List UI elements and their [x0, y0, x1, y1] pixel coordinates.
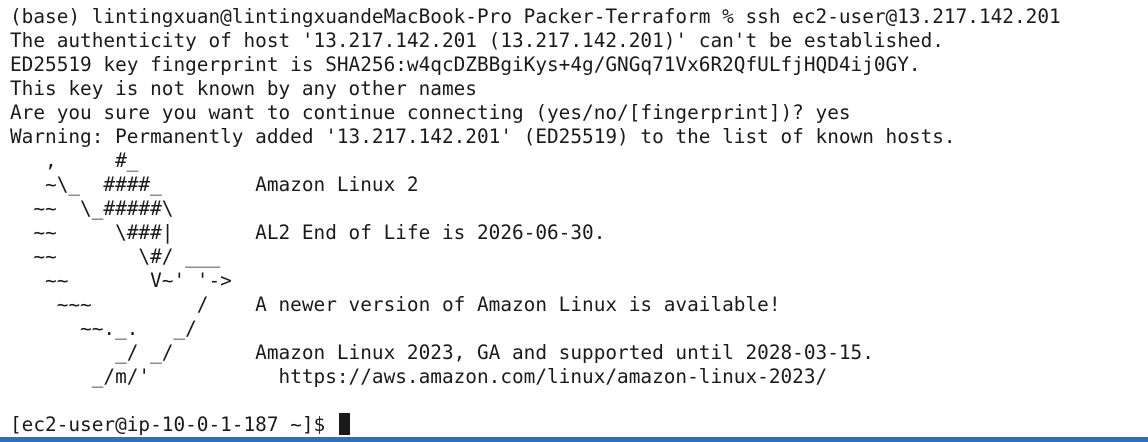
motd-line: ~~~ / A newer version of Amazon Linux is… [10, 293, 781, 316]
shell-prompt: [ec2-user@ip-10-0-1-187 ~]$ [10, 413, 337, 436]
terminal-window[interactable]: (base) lintingxuan@lintingxuandeMacBook-… [0, 0, 1148, 438]
shell-prompt-line[interactable]: [ec2-user@ip-10-0-1-187 ~]$ [10, 413, 350, 437]
motd-line: _/ _/ Amazon Linux 2023, GA and supporte… [10, 341, 874, 364]
ascii-art-line: ~~ \_#####\ [10, 197, 174, 220]
terminal-line: Warning: Permanently added '13.217.142.2… [10, 125, 956, 148]
ascii-art-line: ~~ V~' '-> [10, 269, 232, 292]
terminal-line: This key is not known by any other names [10, 77, 477, 100]
terminal-line: (base) lintingxuan@lintingxuandeMacBook-… [10, 5, 1061, 28]
motd-line: ~~ \###| AL2 End of Life is 2026-06-30. [10, 221, 606, 244]
motd-line: ~\_ ####_ Amazon Linux 2 [10, 173, 419, 196]
terminal-line: The authenticity of host '13.217.142.201… [10, 29, 944, 52]
terminal-line: Are you sure you want to continue connec… [10, 101, 851, 124]
terminal-line: ED25519 key fingerprint is SHA256:w4qcDZ… [10, 53, 921, 76]
ascii-art-line: ~~ \#/ ___ [10, 245, 221, 268]
motd-link-line: _/m/' https://aws.amazon.com/linux/amazo… [10, 365, 828, 388]
ascii-art-line: , #_ [10, 149, 139, 172]
window-bottom-edge [0, 437, 1148, 442]
text-cursor [338, 413, 350, 435]
ascii-art-line: ~~._. _/ [10, 317, 197, 340]
